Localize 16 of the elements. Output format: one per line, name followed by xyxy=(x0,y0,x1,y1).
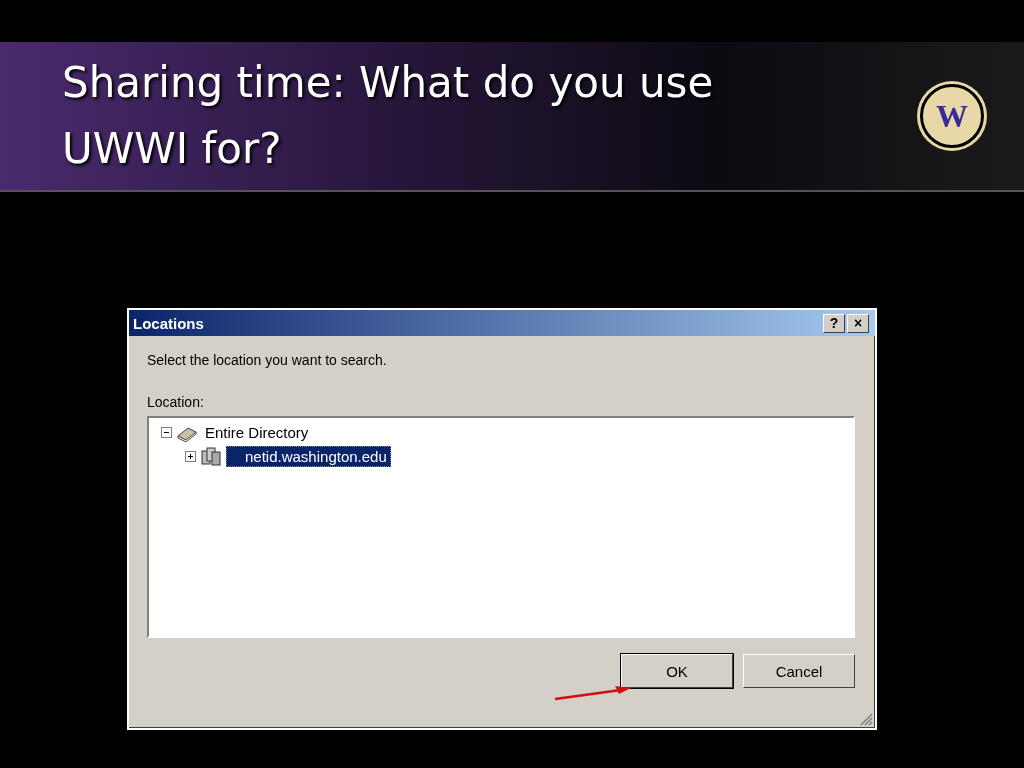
resize-grip-icon[interactable] xyxy=(859,712,873,726)
location-tree[interactable]: Entire Directory netid.washington.edu xyxy=(147,416,855,638)
help-button[interactable]: ? xyxy=(823,313,845,333)
field-label: Location: xyxy=(147,394,205,410)
dialog-title: Locations xyxy=(133,314,204,332)
prompt-text: Select the location you want to search. xyxy=(147,352,388,368)
tree-item[interactable]: netid.washington.edu xyxy=(226,445,391,467)
close-button[interactable]: × xyxy=(847,313,869,333)
tree-item[interactable]: Entire Directory xyxy=(202,422,312,442)
expand-icon[interactable] xyxy=(185,450,196,462)
cancel-button[interactable]: Cancel xyxy=(743,654,855,688)
slide-title: Sharing time: What do you use UWWI for? xyxy=(62,57,715,175)
servers-icon xyxy=(200,446,222,466)
collapse-icon[interactable] xyxy=(161,426,172,438)
ok-button[interactable]: OK xyxy=(621,654,733,688)
logo: W xyxy=(920,84,984,148)
